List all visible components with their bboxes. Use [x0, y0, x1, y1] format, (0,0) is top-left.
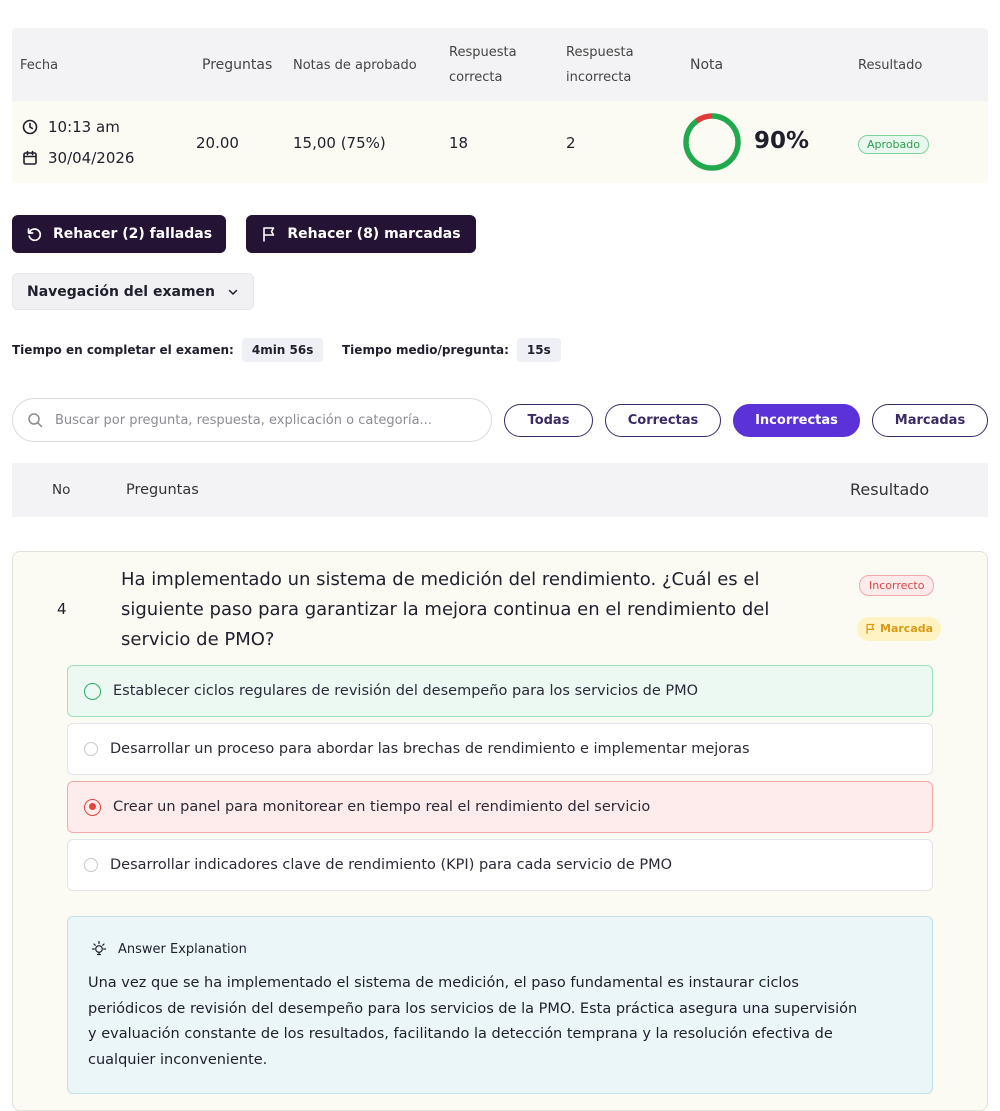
redo-failed-button[interactable]: Rehacer (2) falladas	[12, 215, 226, 253]
list-col-no: No	[52, 482, 71, 498]
radio-button-selected[interactable]	[84, 798, 101, 816]
answer-explanation-text: Una vez que se ha implementado el sistem…	[88, 975, 858, 1068]
summary-incorrectas: 2	[566, 134, 576, 152]
radio-button[interactable]	[84, 742, 98, 756]
score-percent: 90%	[754, 128, 810, 154]
flag-icon	[263, 226, 275, 241]
summary-time: 10:13 am	[22, 118, 120, 136]
col-respuesta-incorrecta: Respuesta incorrecta	[566, 45, 634, 85]
search-box[interactable]	[12, 398, 492, 442]
timing-total: Tiempo en completar el examen: 4min 56s	[12, 338, 324, 362]
filter-todas[interactable]: Todas	[504, 404, 593, 437]
clock-icon	[22, 119, 38, 135]
question-text: Ha implementado un sistema de medición d…	[121, 569, 770, 650]
summary-preguntas: 20.00	[196, 134, 239, 152]
score-gauge	[683, 113, 741, 171]
summary-notas-aprobado: 15,00 (75%)	[293, 134, 386, 152]
redo-marked-button[interactable]: Rehacer (8) marcadas	[246, 215, 476, 253]
result-badge: Aprobado	[858, 135, 929, 154]
answer-option-2[interactable]: Desarrollar un proceso para abordar las …	[67, 723, 933, 775]
summary-correctas: 18	[449, 134, 469, 152]
search-input[interactable]	[53, 411, 477, 429]
summary-date: 30/04/2026	[22, 149, 134, 167]
score-gauge-fail-arc	[683, 113, 741, 171]
list-col-preguntas: Preguntas	[126, 482, 199, 498]
search-icon	[28, 413, 43, 428]
col-preguntas: Preguntas	[202, 57, 273, 73]
retry-icon	[27, 227, 42, 241]
filter-marcadas[interactable]: Marcadas	[872, 404, 988, 437]
lightbulb-icon	[91, 940, 107, 956]
answer-option-3[interactable]: Crear un panel para monitorear en tiempo…	[67, 781, 933, 833]
col-nota: Nota	[690, 57, 724, 73]
answer-option-4[interactable]: Desarrollar indicadores clave de rendimi…	[67, 839, 933, 891]
calendar-icon	[23, 150, 37, 165]
timing-average: Tiempo medio/pregunta: 15s	[342, 338, 561, 362]
score-gauge-pass-arc	[683, 113, 741, 171]
incorrect-badge: Incorrecto	[859, 575, 935, 596]
summary-row	[12, 101, 988, 183]
marked-badge: Marcada	[857, 617, 942, 641]
filter-incorrectas[interactable]: Incorrectas	[733, 404, 860, 437]
chevron-down-icon	[228, 289, 238, 295]
col-fecha: Fecha	[20, 58, 59, 73]
col-resultado: Resultado	[858, 58, 923, 73]
col-respuesta-correcta: Respuesta correcta	[449, 45, 517, 85]
question-number: 4	[57, 600, 67, 618]
filter-correctas[interactable]: Correctas	[605, 404, 721, 437]
radio-button[interactable]	[84, 682, 101, 700]
answer-option-1[interactable]: Establecer ciclos regulares de revisión …	[67, 665, 933, 717]
radio-button[interactable]	[84, 858, 98, 872]
answer-explanation-title: Answer Explanation	[90, 940, 247, 958]
col-notas-aprobado: Notas de aprobado	[293, 58, 417, 73]
exam-navigation-dropdown[interactable]: Navegación del examen	[12, 273, 254, 310]
flag-icon	[866, 623, 875, 634]
list-col-resultado: Resultado	[850, 480, 930, 499]
